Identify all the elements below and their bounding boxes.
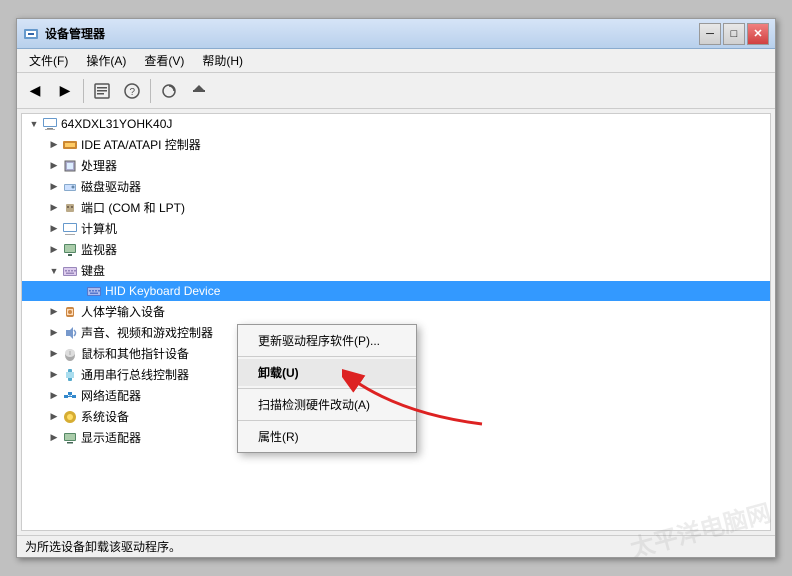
human-label: 人体学输入设备 [81,303,165,320]
title-bar-buttons: ─ □ ✕ [699,23,769,45]
port-icon [62,200,78,216]
disk-label: 磁盘驱动器 [81,178,141,195]
status-text: 为所选设备卸载该驱动程序。 [25,538,181,555]
display-label: 显示适配器 [81,429,141,446]
tree-node-hid[interactable]: HID Keyboard Device [22,281,770,301]
main-content: ▼ 64XDXL31YOHK40J ▶ [17,109,775,535]
mouse-label: 鼠标和其他指针设备 [81,345,189,362]
port-label: 端口 (COM 和 LPT) [81,199,185,216]
svg-text:?: ? [130,87,136,98]
cpu-label: 处理器 [81,157,117,174]
human-icon [62,304,78,320]
root-label: 64XDXL31YOHK40J [61,117,172,131]
tree-node-keyboard[interactable]: ▼ 键盘 [22,260,770,281]
keyboard-icon [62,263,78,279]
hid-icon [86,283,102,299]
tree-node-ide[interactable]: ▶ IDE ATA/ATAPI 控制器 [22,134,770,155]
device-tree[interactable]: ▼ 64XDXL31YOHK40J ▶ [21,113,771,531]
app-icon [23,26,39,42]
menu-view[interactable]: 查看(V) [136,50,192,71]
ide-expander: ▶ [46,137,62,153]
display-expander: ▶ [46,430,62,446]
port-expander: ▶ [46,200,62,216]
tree-root[interactable]: ▼ 64XDXL31YOHK40J [22,114,770,134]
tree-node-cpu[interactable]: ▶ 处理器 [22,155,770,176]
human-expander: ▶ [46,304,62,320]
restore-button[interactable]: □ [723,23,745,45]
ide-label: IDE ATA/ATAPI 控制器 [81,136,201,153]
ctx-scan[interactable]: 扫描检测硬件改动(A) [238,391,416,418]
minimize-button[interactable]: ─ [699,23,721,45]
menu-action[interactable]: 操作(A) [78,50,134,71]
toolbar: ◀ ▶ ? [17,73,775,109]
ctx-update[interactable]: 更新驱动程序软件(P)... [238,327,416,354]
window-title: 设备管理器 [45,25,105,42]
keyboard-label: 键盘 [81,262,105,279]
network-icon [62,388,78,404]
ctx-sep-3 [238,420,416,421]
menu-file[interactable]: 文件(F) [21,50,76,71]
network-label: 网络适配器 [81,387,141,404]
monitor-label: 监视器 [81,241,117,258]
ctx-sep-1 [238,356,416,357]
monitor-icon [62,242,78,258]
forward-button[interactable]: ▶ [51,77,79,105]
sound-label: 声音、视频和游戏控制器 [81,324,213,341]
tree-node-computer[interactable]: ▶ 计算机 [22,218,770,239]
cpu-expander: ▶ [46,158,62,174]
computer-icon [42,116,58,132]
tree-node-monitor[interactable]: ▶ 监视器 [22,239,770,260]
system-expander: ▶ [46,409,62,425]
menu-help[interactable]: 帮助(H) [194,50,251,71]
monitor-expander: ▶ [46,242,62,258]
ctx-properties[interactable]: 属性(R) [238,423,416,450]
hid-expander [70,283,86,299]
ctx-uninstall[interactable]: 卸载(U) [238,359,416,386]
status-bar: 为所选设备卸载该驱动程序。 [17,535,775,557]
context-menu: 更新驱动程序软件(P)... 卸载(U) 扫描检测硬件改动(A) 属性(R) [237,324,417,453]
toolbar-sep-2 [150,79,151,103]
back-button[interactable]: ◀ [21,77,49,105]
tree-node-port[interactable]: ▶ 端口 (COM 和 LPT) [22,197,770,218]
cpu-icon [62,158,78,174]
scan-button[interactable] [155,77,183,105]
mouse-icon [62,346,78,362]
system-icon [62,409,78,425]
ide-icon [62,137,78,153]
update-button[interactable] [185,77,213,105]
properties-button[interactable] [88,77,116,105]
root-expander: ▼ [26,116,42,132]
disk-icon [62,179,78,195]
help-button[interactable]: ? [118,77,146,105]
usb-icon [62,367,78,383]
hid-label: HID Keyboard Device [105,284,220,298]
mouse-expander: ▶ [46,346,62,362]
title-bar: 设备管理器 ─ □ ✕ [17,19,775,49]
sound-expander: ▶ [46,325,62,341]
close-button[interactable]: ✕ [747,23,769,45]
ctx-sep-2 [238,388,416,389]
sound-icon [62,325,78,341]
system-label: 系统设备 [81,408,129,425]
computer-expander: ▶ [46,221,62,237]
tree-node-human[interactable]: ▶ 人体学输入设备 [22,301,770,322]
network-expander: ▶ [46,388,62,404]
device-manager-window: 设备管理器 ─ □ ✕ 文件(F) 操作(A) 查看(V) 帮助(H) ◀ ▶ [16,18,776,558]
disk-expander: ▶ [46,179,62,195]
toolbar-sep-1 [83,79,84,103]
display-icon [62,430,78,446]
usb-label: 通用串行总线控制器 [81,366,189,383]
menu-bar: 文件(F) 操作(A) 查看(V) 帮助(H) [17,49,775,73]
computer-node-icon [62,221,78,237]
computer-label: 计算机 [81,220,117,237]
keyboard-expander: ▼ [46,263,62,279]
usb-expander: ▶ [46,367,62,383]
title-bar-left: 设备管理器 [23,25,105,42]
tree-node-disk[interactable]: ▶ 磁盘驱动器 [22,176,770,197]
